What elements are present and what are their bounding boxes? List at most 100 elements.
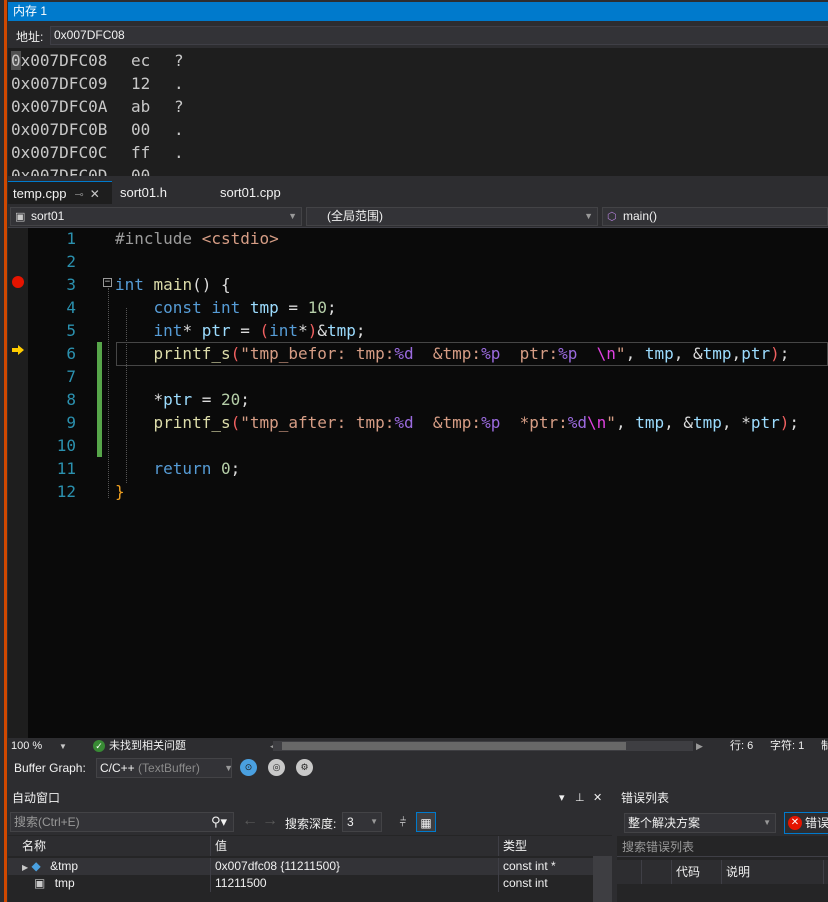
pin-icon[interactable]: ⊸ [74,189,83,201]
column-type[interactable]: 类型 [498,836,593,856]
variable-icon: ◆ [31,859,41,873]
buffer-graph-select[interactable]: C/C++ (TextBuffer) ▼ [96,758,233,778]
memory-address: x007DFC0D [20,166,108,176]
buffer-type-detail: (TextBuffer) [134,761,200,775]
column-value[interactable]: 值 [210,836,498,856]
variable-name: &tmp [50,859,79,873]
autos-toolbar: 搜索(Ctrl+E) ⚲▾ ← → 搜索深度: 3 ▼ ⫩ ▦ [8,809,612,835]
code-line: const int tmp = 10; [153,298,337,317]
changed-lines-indicator [97,342,102,457]
column-code[interactable]: 代码 [671,860,721,884]
memory-row: 0x007DFC08 ec? [11,49,184,72]
forward-arrow-icon[interactable]: → [262,812,278,830]
memory-address: 0 [11,74,21,93]
code-line: return 0; [153,459,241,478]
search-depth-value: 3 [347,815,354,829]
code-line: #include <cstdio> [115,229,279,248]
memory-window-title[interactable]: 内存 1 [8,2,828,21]
back-arrow-icon[interactable]: ← [242,812,258,830]
window-menu-icon[interactable]: ▾ [559,788,565,809]
memory-byte: ec [131,51,151,70]
memory-byte: ab [131,97,151,116]
column-extra[interactable] [823,860,828,884]
line-number: 11 [56,459,76,478]
error-list-toolbar: 整个解决方案 ▼ ✕ 错误 [617,809,828,836]
line-number: 12 [56,482,76,501]
scope-dropdown[interactable]: (全局范围) ▼ [306,207,598,226]
graph-view-icon[interactable]: ⊙ [240,759,257,776]
tab-temp-cpp[interactable]: temp.cpp ⊸ ✕ [8,181,112,204]
memory-char: . [174,74,184,93]
indicator-margin[interactable] [8,228,28,738]
vertical-scrollbar[interactable] [593,856,612,902]
memory-view[interactable]: 0x007DFC08 ec? 0x007DFC09 12. 0x007DFC0A ab… [8,48,828,176]
column-mark[interactable] [641,860,671,884]
autos-title: 自动窗口 [12,791,61,805]
row-value[interactable]: 11211500 [210,875,498,892]
scope-name: (全局范围) [327,209,383,223]
autos-title-bar[interactable]: 自动窗口 ▾ ⊥ ✕ [8,788,612,809]
code-line: printf_s("tmp_befor: tmp:%d &tmp:%p ptr:… [153,344,790,363]
row-name: ▣ tmp [34,875,210,892]
tab-sort01-cpp[interactable]: sort01.cpp [215,181,330,204]
memory-address: 0 [11,166,21,176]
line-number: 7 [66,367,76,386]
memory-address: x007DFC0C [20,143,108,162]
row-type: const int * [498,858,593,875]
graph-settings-icon[interactable]: ⚙ [296,759,313,776]
autos-search-input[interactable]: 搜索(Ctrl+E) ⚲▾ [10,812,234,832]
row-value[interactable]: 0x007dfc08 {11211500} [210,858,498,875]
error-list-title-bar[interactable]: 错误列表 [617,788,828,809]
pin-icon[interactable]: ⊥ [575,788,585,809]
row-name: ▶ ◆ &tmp [22,858,210,875]
memory-char: ? [174,97,184,116]
expand-icon[interactable]: ▶ [22,863,28,872]
chevron-down-icon: ▼ [763,818,771,827]
scrollbar-thumb[interactable] [282,742,626,750]
filter-icon[interactable]: ⫩ [393,812,413,832]
line-number: 6 [66,344,76,363]
column-name[interactable]: 名称 [18,836,210,856]
editor-status-bar: 100 % ▼ ✓ 未找到相关问题 ◀ ▶ 行: 6 字符: 1 制 [8,738,828,755]
search-depth-select[interactable]: 3 ▼ [342,812,382,832]
search-placeholder: 搜索(Ctrl+E) [14,815,80,829]
column-description[interactable]: 说明 [721,860,823,884]
table-row[interactable]: ▶ ◆ &tmp 0x007dfc08 {11211500} const int… [8,858,612,875]
scroll-right-icon[interactable]: ▶ [696,738,703,755]
error-scope-value: 整个解决方案 [628,816,701,830]
error-icon: ✕ [788,816,802,830]
issues-status[interactable]: 未找到相关问题 [109,738,186,755]
error-list-title: 错误列表 [621,791,670,805]
line-number: 8 [66,390,76,409]
horizontal-scrollbar[interactable] [273,741,693,751]
collapse-toggle[interactable]: − [103,278,112,287]
address-input[interactable]: 0x007DFC08 [50,26,828,45]
graph-layers-icon[interactable]: ◎ [268,759,285,776]
tab-sort01-h[interactable]: sort01.h [115,181,210,204]
errors-filter-button[interactable]: ✕ 错误 [784,812,828,834]
chevron-down-icon[interactable]: ▼ [59,738,67,755]
close-icon[interactable]: ✕ [90,187,100,201]
table-row[interactable]: ▣ tmp 11211500 const int [8,875,612,892]
breakpoint-icon[interactable] [12,276,24,288]
project-dropdown[interactable]: ▣ sort01 ▼ [10,207,302,226]
code-editor[interactable]: − 1 2 3 4 5 6 7 8 9 10 11 12 #include <c… [8,228,828,738]
member-dropdown[interactable]: ⬡ main() [602,207,828,226]
hex-view-icon[interactable]: ▦ [416,812,436,832]
error-scope-select[interactable]: 整个解决方案 ▼ [624,813,776,833]
error-search-input[interactable]: 搜索错误列表 [617,837,828,857]
memory-address: x007DFC0B [20,120,108,139]
outline-guide [108,288,109,498]
zoom-level[interactable]: 100 % [11,738,42,755]
error-list-window: 错误列表 整个解决方案 ▼ ✕ 错误 搜索错误列表 代码 说明 [617,788,828,902]
cube-icon: ⬡ [607,211,617,223]
close-icon[interactable]: ✕ [593,788,602,809]
check-icon: ✓ [93,740,105,752]
search-icon[interactable]: ⚲▾ [211,813,227,831]
chevron-down-icon: ▼ [584,211,593,221]
line-number: 4 [66,298,76,317]
address-label: 地址: [16,30,44,44]
memory-row: 0x007DFC09 12. [11,72,184,95]
column-severity[interactable] [617,860,641,884]
current-statement-arrow-icon [12,345,24,355]
